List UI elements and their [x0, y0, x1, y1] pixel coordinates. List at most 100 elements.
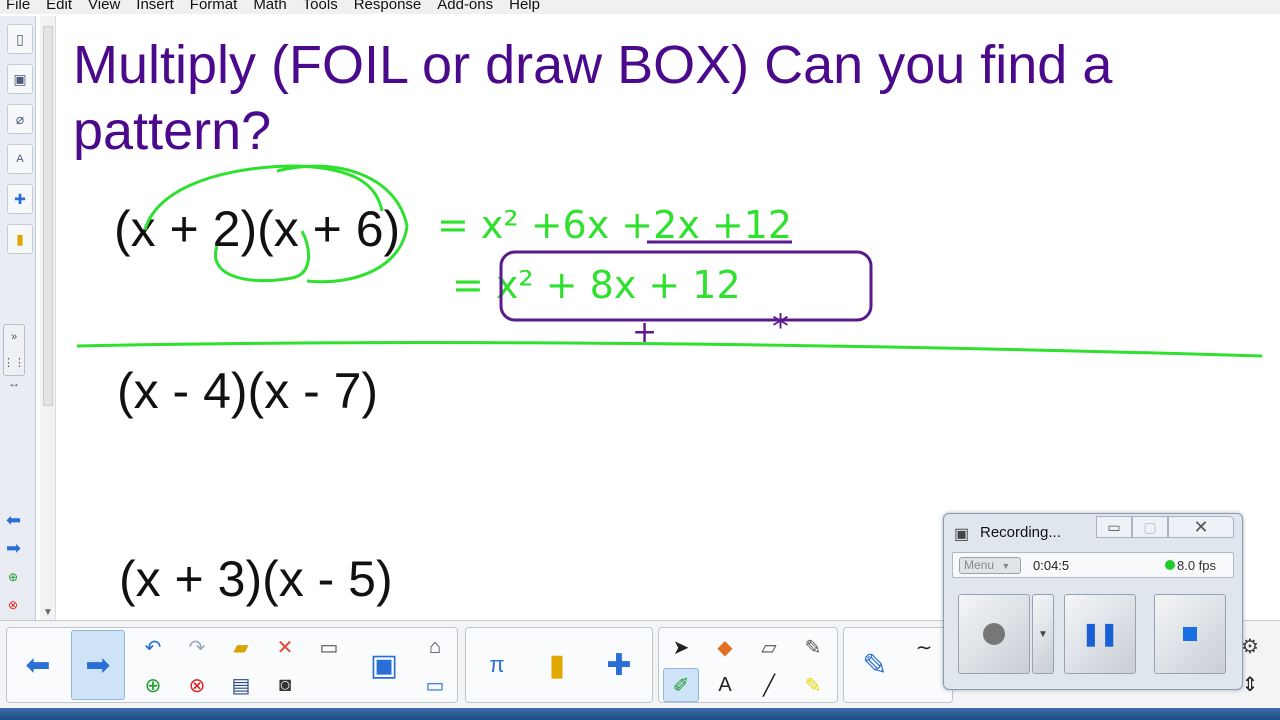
lesson-activity-button[interactable]: ▮ [530, 630, 584, 700]
menu-view[interactable]: View [88, 0, 120, 13]
previous-page-side-icon[interactable]: ⬅ [6, 510, 21, 531]
arrow-right-icon: ➡ [85, 648, 111, 682]
line-tool-button[interactable]: ╱ [751, 668, 787, 702]
select-tool-button[interactable]: ➤ [663, 630, 699, 664]
previous-page-button[interactable]: ⬅ [11, 630, 65, 700]
sidebar-collapse-handle[interactable]: » ⋮⋮ [3, 324, 25, 376]
eraser-tool-button[interactable]: ▱ [751, 630, 787, 664]
dropdown-arrow-icon: ▼ [1038, 628, 1048, 640]
redo-icon: ↷ [188, 636, 206, 659]
handwritten-line-1: = x² +6x +2x +12 [437, 203, 792, 247]
expand-icon: » [10, 331, 18, 344]
delete-page-button[interactable]: ⊗ [179, 668, 215, 702]
add-page-icon: ⊕ [144, 674, 162, 697]
shapes-icon: ◆ [717, 636, 733, 659]
screen-shade-button[interactable]: ▭ [311, 630, 347, 664]
close-button[interactable]: ✕ [1168, 516, 1234, 538]
page-icon: ▯ [16, 30, 24, 47]
recording-window: ▣ Recording... ▭ ▢ ✕ Menu ▼ 0:04:5 8.0 f… [943, 513, 1243, 690]
menu-tools[interactable]: Tools [303, 0, 338, 13]
delete-x-icon: ✕ [276, 636, 294, 659]
scroll-down-icon[interactable]: ▼ [43, 607, 53, 618]
chevron-down-icon: ▼ [1001, 561, 1011, 571]
scrollbar-thumb[interactable] [43, 26, 53, 406]
record-options-dropdown[interactable]: ▼ [1032, 594, 1054, 674]
toolbar-group-properties: ✎ ∼ [843, 627, 953, 703]
creative-pen-icon: ✎ [804, 636, 822, 659]
foil-arc-inner [213, 230, 311, 283]
pen-properties-button[interactable]: ✎ [848, 630, 902, 700]
menu-format[interactable]: Format [190, 0, 238, 13]
pen-icon: ✎ [862, 648, 888, 682]
highlighter-icon: ✎ [804, 674, 822, 697]
gallery-tab[interactable]: ▣ [7, 64, 33, 94]
menu-label: Menu [964, 558, 995, 572]
stop-button[interactable] [1154, 594, 1226, 674]
puzzle-icon: ✚ [606, 648, 632, 682]
vertical-arrows-icon: ⇕ [1241, 673, 1259, 696]
add-ons-tab[interactable]: ✚ [7, 184, 33, 214]
windows-taskbar [0, 708, 1280, 720]
recording-menu-dropdown[interactable]: Menu ▼ [959, 557, 1021, 574]
pause-button[interactable]: ❚❚ [1064, 594, 1136, 674]
foil-arc-outer-right [276, 164, 409, 284]
menu-file[interactable]: File [6, 0, 30, 13]
pi-icon: π [489, 652, 505, 677]
next-page-button[interactable]: ➡ [71, 630, 125, 700]
minimize-icon: ▭ [1107, 518, 1121, 535]
properties-tab[interactable]: A [7, 144, 33, 174]
menu-insert[interactable]: Insert [136, 0, 174, 13]
maximize-button[interactable]: ▢ [1132, 516, 1168, 538]
creative-pen-button[interactable]: ✎ [795, 630, 831, 664]
shapes-tool-button[interactable]: ◆ [707, 630, 743, 664]
line-style-button[interactable]: ∼ [906, 630, 942, 664]
maximize-icon: ▢ [1143, 518, 1157, 535]
activity-icon: ▮ [548, 648, 566, 682]
add-page-side-icon[interactable]: ⊕ [8, 570, 18, 584]
delete-page-side-icon[interactable]: ⊗ [8, 598, 18, 612]
pen-tool-button[interactable]: ✐ [663, 668, 699, 702]
save-button[interactable]: ▤ [223, 668, 259, 702]
page-sorter-tab[interactable]: ▯ [7, 24, 33, 54]
delete-button[interactable]: ✕ [267, 630, 303, 664]
undo-button[interactable]: ↶ [135, 630, 171, 664]
menu-response[interactable]: Response [354, 0, 422, 13]
recording-status-bar: Menu ▼ 0:04:5 8.0 fps [952, 552, 1234, 578]
menu-math[interactable]: Math [253, 0, 286, 13]
math-tools-button[interactable]: π [470, 630, 524, 700]
attachments-tab[interactable]: ⌀ [7, 104, 33, 134]
display-mode-button[interactable]: ▣ [357, 630, 411, 700]
document-camera-button[interactable]: ⌂ [417, 630, 453, 664]
side-tab-bar: ▯ ▣ ⌀ A ✚ ▮ » ⋮⋮ ↔ ⬅ ➡ ⊕ ⊗ [0, 16, 36, 620]
menu-add-ons[interactable]: Add-ons [437, 0, 493, 13]
pause-icon: ❚❚ [1081, 621, 1119, 646]
open-file-button[interactable]: ▰ [223, 630, 259, 664]
full-screen-button[interactable]: ▭ [417, 668, 453, 702]
vertical-scrollbar[interactable]: ▼ [40, 16, 56, 620]
screen-capture-button[interactable]: ◙ [267, 668, 303, 702]
delete-page-icon: ⊗ [188, 674, 206, 697]
text-tool-button[interactable]: A [707, 668, 743, 702]
pens-icon: ✐ [672, 674, 690, 697]
toolbar-group-tools: ➤ ◆ ▱ ✎ ✐ A ╱ ✎ [658, 627, 838, 703]
menu-help[interactable]: Help [509, 0, 540, 13]
toolbar-group-navigation: ⬅ ➡ ↶ ↷ ▰ ✕ ▭ ⊕ ⊗ ▤ ◙ ▣ ⌂ ▭ [6, 627, 458, 703]
resize-arrows-icon[interactable]: ↔ [8, 376, 20, 390]
menu-edit[interactable]: Edit [46, 0, 72, 13]
record-button[interactable] [958, 594, 1030, 674]
doc-camera-icon: ⌂ [428, 635, 442, 658]
text-a-icon: A [718, 673, 732, 696]
add-ons-button[interactable]: ✚ [592, 630, 646, 700]
add-page-button[interactable]: ⊕ [135, 668, 171, 702]
frame-rate: 8.0 fps [1177, 558, 1217, 573]
screen-shade-icon: ▭ [319, 636, 339, 659]
eraser-icon: ▱ [761, 636, 777, 659]
menu-bar: File Edit View Insert Format Math Tools … [0, 0, 1280, 14]
lesson-activity-tab[interactable]: ▮ [7, 224, 33, 254]
redo-button[interactable]: ↷ [179, 630, 215, 664]
highlighter-tool-button[interactable]: ✎ [795, 668, 831, 702]
grip-icon: ⋮⋮ [3, 356, 25, 369]
recorder-icon: ▣ [954, 526, 970, 543]
minimize-button[interactable]: ▭ [1096, 516, 1132, 538]
next-page-side-icon[interactable]: ➡ [6, 538, 21, 559]
